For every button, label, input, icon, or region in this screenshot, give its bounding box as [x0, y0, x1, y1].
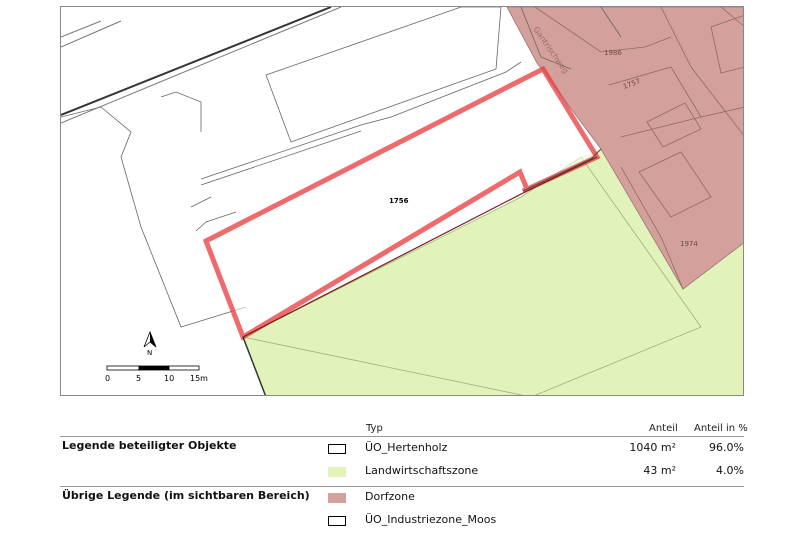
scale-tick-0: 0: [105, 374, 110, 383]
legend-item-label: ÜO_Hertenholz: [365, 441, 448, 454]
legend-item-label: Landwirtschaftszone: [365, 464, 479, 477]
scale-tick-10: 10: [164, 374, 174, 383]
parcel-label-1986: 1986: [604, 49, 622, 57]
scale-tick-15m: 15m: [190, 374, 208, 383]
legend-panel: Typ Anteil Anteil in % Legende beteiligt…: [0, 396, 800, 538]
scale-bar: 0 5 10 15m: [105, 365, 208, 383]
legend-item-label: Dorfzone: [365, 490, 415, 503]
scale-tick-5: 5: [136, 374, 141, 383]
legend-swatch-dorfzone: [328, 493, 346, 503]
legend-item-anteil: 43 m²: [643, 464, 676, 477]
legend-divider: [60, 436, 744, 437]
legend-item-pct: 4.0%: [716, 464, 744, 477]
legend-item-label: ÜO_Industriezone_Moos: [365, 513, 497, 526]
map-view[interactable]: 1756 1986 1757 1974 Gantrischweg N 0 5 1…: [60, 6, 744, 396]
legend-section-title: Übrige Legende (im sichtbaren Bereich): [62, 489, 310, 502]
column-header-typ: Typ: [366, 423, 383, 434]
column-header-anteil-pct: Anteil in %: [694, 423, 748, 434]
legend-item-anteil: 1040 m²: [629, 441, 676, 454]
legend-section-title: Legende beteiligter Objekte: [62, 439, 237, 452]
legend-divider: [60, 486, 744, 487]
north-arrow: N: [143, 330, 157, 357]
column-header-anteil: Anteil: [649, 423, 678, 434]
legend-swatch-industriezone-moos: [328, 516, 346, 526]
legend-item-pct: 96.0%: [709, 441, 744, 454]
legend-swatch-landwirtschaftszone: [328, 467, 346, 477]
parcel-label-1756: 1756: [389, 197, 409, 205]
parcel-label-1974: 1974: [680, 240, 698, 248]
legend-swatch-hertenholz: [328, 444, 346, 454]
map-canvas: 1756 1986 1757 1974 Gantrischweg N 0 5 1…: [61, 7, 743, 395]
north-label: N: [147, 349, 152, 357]
